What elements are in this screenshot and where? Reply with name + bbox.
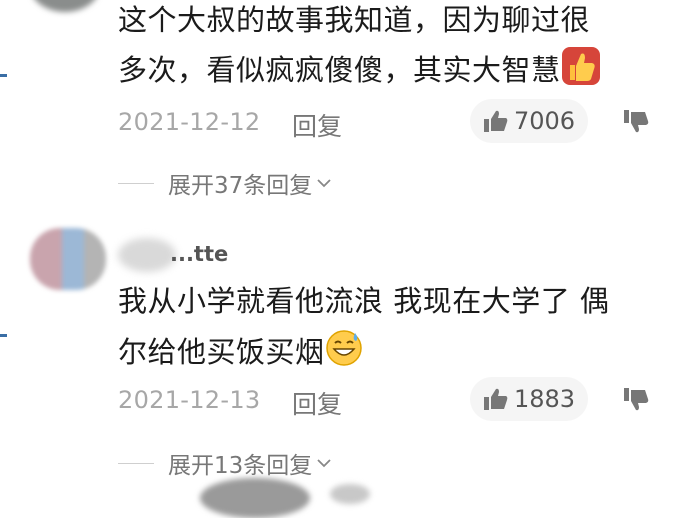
divider [118, 182, 154, 184]
thumbs-down-icon[interactable] [624, 388, 650, 412]
reply-button[interactable]: 回复 [292, 107, 342, 143]
avatar[interactable] [30, 228, 106, 290]
comment-text-line-2: 多次，看似疯疯傻傻，其实大智慧 [118, 46, 601, 98]
grinning-sweat-emoji [325, 329, 363, 379]
edge-mark [0, 74, 7, 77]
username[interactable]: ...tte [170, 242, 228, 266]
avatar[interactable] [30, 0, 100, 12]
username-blur [118, 238, 176, 272]
chevron-down-icon [317, 179, 331, 188]
like-count: 1883 [514, 385, 576, 413]
like-button[interactable]: 1883 [470, 377, 588, 421]
expand-replies-label: 展开13条回复 [168, 453, 313, 479]
thumbs-up-icon [484, 388, 508, 410]
edge-mark [0, 334, 7, 337]
like-button[interactable]: 7006 [470, 99, 588, 143]
thumbs-up-icon [484, 110, 508, 132]
chevron-down-icon [317, 459, 331, 468]
expand-replies-button[interactable]: 展开37条回复 [118, 166, 332, 200]
divider [118, 462, 154, 464]
comment-text-line: 我从小学就看他流浪 我现在大学了 偶 [118, 284, 610, 318]
left-edge-marks [0, 0, 9, 494]
comment-date: 2021-12-13 [118, 386, 261, 414]
comment-text-line-2: 尔给他买饭买烟 [118, 329, 363, 379]
reply-button[interactable]: 回复 [292, 385, 342, 421]
username-blur [330, 484, 370, 504]
thumbs-up-emoji [561, 46, 601, 98]
comment-text-line: 这个大叔的故事我知道，因为聊过很 [118, 3, 591, 37]
expand-replies-button[interactable]: 展开13条回复 [118, 446, 332, 480]
expand-replies-label: 展开37条回复 [168, 173, 313, 199]
like-count: 7006 [514, 107, 576, 135]
thumbs-down-icon[interactable] [624, 110, 650, 134]
comment-date: 2021-12-12 [118, 108, 261, 136]
avatar[interactable] [200, 478, 310, 518]
